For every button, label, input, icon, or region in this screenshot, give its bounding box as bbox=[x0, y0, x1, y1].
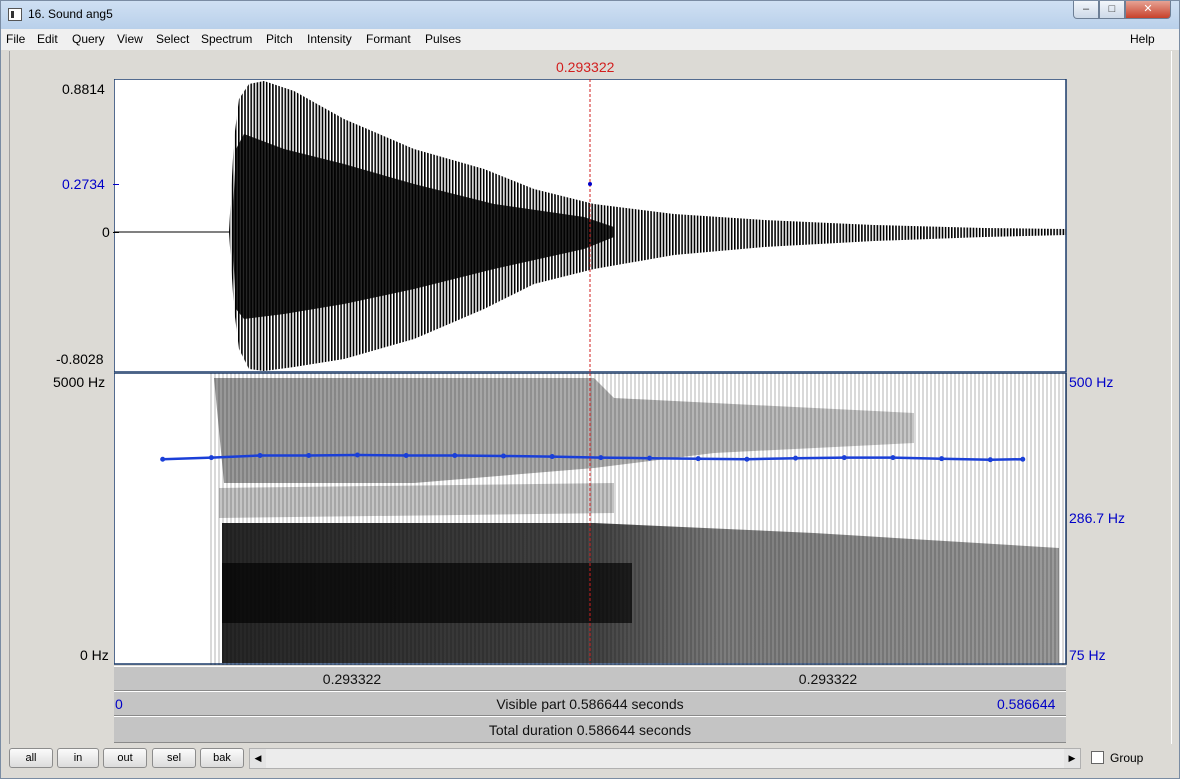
maximize-button[interactable]: □ bbox=[1099, 1, 1125, 19]
total-duration-label: Total duration 0.586644 seconds bbox=[488, 722, 692, 738]
menu-edit[interactable]: Edit bbox=[37, 32, 58, 46]
total-duration-bar[interactable]: Total duration 0.586644 seconds bbox=[114, 716, 1066, 743]
waveform-zero-label: 0 bbox=[102, 224, 110, 240]
pitch-point bbox=[500, 453, 506, 459]
cursor-time-label: 0.293322 bbox=[556, 59, 615, 75]
scroll-right-icon[interactable]: ▶ bbox=[1064, 749, 1080, 768]
menu-bar: File Edit Query View Select Spectrum Pit… bbox=[1, 29, 1179, 50]
menu-pitch[interactable]: Pitch bbox=[266, 32, 293, 46]
pitch-point bbox=[987, 457, 993, 463]
waveform-min-label: -0.8028 bbox=[56, 351, 104, 367]
segment-right[interactable]: 0.293322 bbox=[590, 666, 1066, 691]
minimize-button[interactable]: ‒ bbox=[1073, 1, 1099, 19]
menu-file[interactable]: File bbox=[6, 32, 25, 46]
sound-editor-window: 16. Sound ang5 ‒ □ ✕ File Edit Query Vie… bbox=[0, 0, 1180, 779]
menu-intensity[interactable]: Intensity bbox=[307, 32, 352, 46]
menu-select[interactable]: Select bbox=[156, 32, 189, 46]
zoom-out-button[interactable]: out bbox=[103, 748, 147, 768]
menu-pulses[interactable]: Pulses bbox=[425, 32, 461, 46]
pitch-point bbox=[160, 456, 166, 462]
pitch-point bbox=[939, 456, 945, 462]
menu-view[interactable]: View bbox=[117, 32, 143, 46]
pitch-point bbox=[403, 453, 409, 459]
segment-left[interactable]: 0.293322 bbox=[114, 666, 590, 691]
menu-help[interactable]: Help bbox=[1130, 32, 1155, 46]
app-icon bbox=[8, 8, 22, 21]
zoom-in-button[interactable]: in bbox=[57, 748, 99, 768]
spectrogram-panel[interactable] bbox=[114, 373, 1067, 665]
close-button[interactable]: ✕ bbox=[1125, 1, 1171, 19]
visible-part-bar[interactable]: Visible part 0.586644 seconds bbox=[114, 691, 1066, 716]
waveform-panel[interactable] bbox=[114, 79, 1067, 373]
spectrogram-bottom-label: 0 Hz bbox=[80, 647, 109, 663]
bottom-toolbar: all in out sel bak ◀ ▶ Group bbox=[1, 744, 1179, 778]
waveform-cursor-tick bbox=[113, 184, 119, 185]
waveform-cursor-point bbox=[588, 182, 592, 186]
menu-formant[interactable]: Formant bbox=[366, 32, 411, 46]
pitch-point bbox=[208, 455, 214, 461]
zoom-back-button[interactable]: bak bbox=[200, 748, 244, 768]
pitch-point bbox=[1020, 456, 1026, 462]
waveform-zero-tick bbox=[113, 232, 119, 233]
pitch-point bbox=[890, 455, 896, 461]
pitch-bottom-label: 75 Hz bbox=[1069, 647, 1106, 663]
visible-part-label: Visible part 0.586644 seconds bbox=[496, 696, 684, 712]
menu-spectrum[interactable]: Spectrum bbox=[201, 32, 252, 46]
group-checkbox[interactable]: Group bbox=[1091, 751, 1143, 765]
pitch-top-label: 500 Hz bbox=[1069, 374, 1114, 390]
pitch-point bbox=[452, 453, 458, 459]
spectrogram-harmonics bbox=[209, 373, 1067, 665]
menu-query[interactable]: Query bbox=[72, 32, 105, 46]
zoom-all-button[interactable]: all bbox=[9, 748, 53, 768]
visible-start-label: 0 bbox=[115, 696, 123, 712]
pitch-point bbox=[549, 454, 555, 460]
pitch-cursor-label: 286.7 Hz bbox=[1069, 510, 1126, 526]
pitch-point bbox=[744, 456, 750, 462]
title-bar[interactable]: 16. Sound ang5 ‒ □ ✕ bbox=[1, 1, 1179, 29]
waveform-cursor-value-label: 0.2734 bbox=[62, 176, 105, 192]
pitch-point bbox=[306, 453, 312, 459]
segment-left-label: 0.293322 bbox=[322, 671, 382, 687]
waveform-max-label: 0.8814 bbox=[62, 81, 105, 97]
pitch-point bbox=[598, 455, 604, 461]
visible-end-label: 0.586644 bbox=[997, 696, 1056, 712]
spectrogram-top-label: 5000 Hz bbox=[53, 374, 106, 390]
pitch-point bbox=[695, 456, 701, 462]
segment-right-label: 0.293322 bbox=[798, 671, 858, 687]
pitch-point bbox=[647, 455, 653, 461]
zoom-sel-button[interactable]: sel bbox=[152, 748, 196, 768]
group-checkbox-label: Group bbox=[1110, 751, 1144, 765]
horizontal-scrollbar[interactable]: ◀ ▶ bbox=[249, 748, 1081, 769]
scroll-left-icon[interactable]: ◀ bbox=[250, 749, 266, 768]
window-title: 16. Sound ang5 bbox=[28, 7, 113, 21]
pitch-point bbox=[257, 453, 263, 459]
pitch-point bbox=[793, 455, 799, 461]
pitch-point bbox=[354, 452, 360, 458]
group-checkbox-box[interactable] bbox=[1091, 751, 1104, 764]
pitch-point bbox=[841, 455, 847, 461]
window-controls: ‒ □ ✕ bbox=[1073, 1, 1171, 21]
